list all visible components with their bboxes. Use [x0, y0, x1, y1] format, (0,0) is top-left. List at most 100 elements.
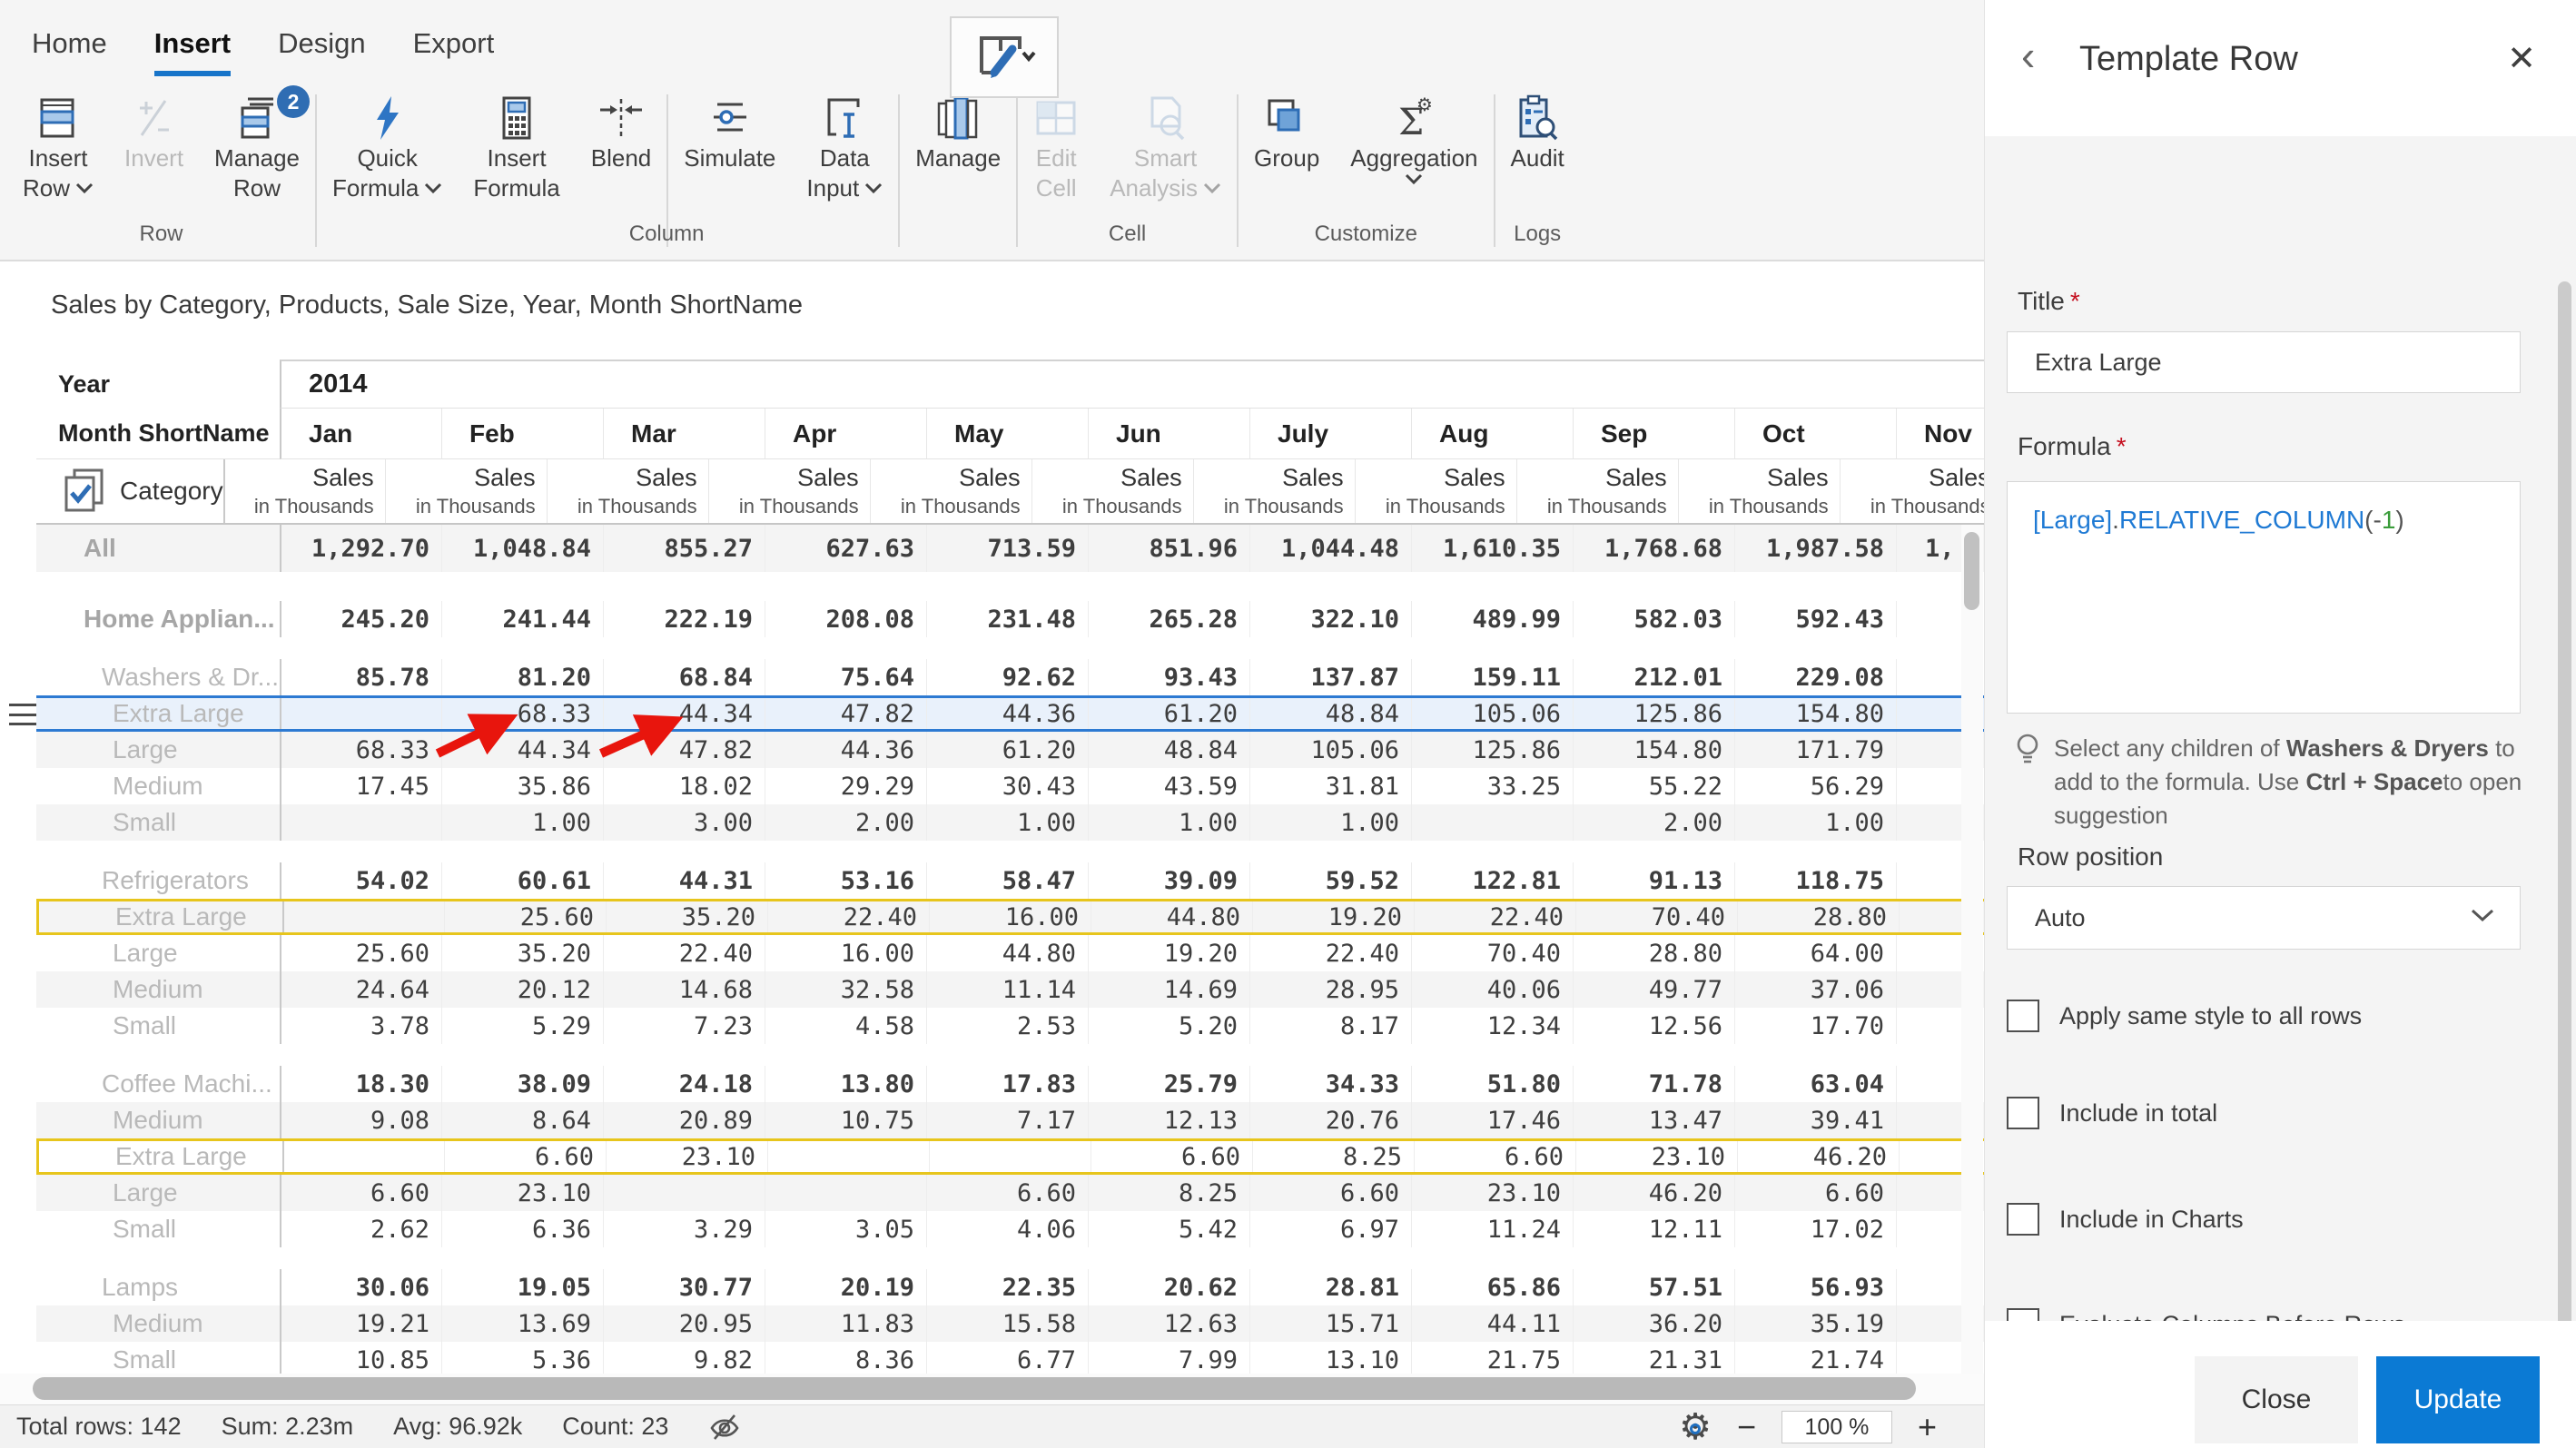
table-row-small[interactable]: Small3.785.297.234.582.535.208.1712.3412… [36, 1008, 1984, 1044]
value-cell[interactable]: 16.00 [765, 935, 926, 971]
table-row-washers-dr-[interactable]: Washers & Dr...85.7881.2068.8475.6492.62… [36, 659, 1984, 695]
value-cell[interactable]: 23.10 [1411, 1175, 1573, 1211]
value-cell[interactable]: 855.27 [603, 525, 765, 572]
value-cell[interactable]: 1,044.48 [1249, 525, 1411, 572]
value-cell[interactable]: 21.74 [1734, 1342, 1896, 1374]
row-label[interactable]: Large [36, 732, 280, 768]
value-cell[interactable]: 57.51 [1573, 1269, 1734, 1305]
value-cell[interactable]: 231.48 [926, 601, 1088, 637]
value-cell[interactable]: 1,768.68 [1573, 525, 1734, 572]
value-cell[interactable]: 16.00 [929, 901, 1091, 932]
month-header-may[interactable]: May [926, 409, 1088, 459]
value-cell[interactable]: 12.56 [1573, 1008, 1734, 1044]
blend-button[interactable]: Blend [576, 91, 667, 218]
value-cell[interactable]: 35.20 [441, 935, 603, 971]
value-cell[interactable]: 17.70 [1734, 1008, 1896, 1044]
value-cell[interactable]: 44.36 [765, 732, 926, 768]
value-cell[interactable]: 48.84 [1088, 732, 1249, 768]
update-button[interactable]: Update [2376, 1356, 2540, 1443]
value-cell[interactable]: 6.60 [1414, 1141, 1575, 1172]
table-row-large[interactable]: Large68.3344.3447.8244.3661.2048.84105.0… [36, 732, 1984, 768]
value-cell[interactable]: 159.11 [1411, 659, 1573, 695]
value-cell[interactable]: 61.20 [926, 732, 1088, 768]
table-row-medium[interactable]: Medium9.088.6420.8910.757.1712.1320.7617… [36, 1102, 1984, 1138]
value-cell[interactable]: 55.22 [1573, 768, 1734, 804]
value-cell[interactable] [282, 901, 444, 932]
audit-button[interactable]: Audit [1495, 91, 1580, 218]
value-cell[interactable]: 28.81 [1249, 1269, 1411, 1305]
year-value-cell[interactable]: 2014 [280, 360, 1984, 409]
value-cell[interactable]: 18.30 [280, 1066, 441, 1102]
table-row-medium[interactable]: Medium17.4535.8618.0229.2930.4343.5931.8… [36, 768, 1984, 804]
value-cell[interactable]: 10.75 [765, 1102, 926, 1138]
row-label[interactable]: Large [36, 1175, 280, 1211]
value-cell[interactable]: 489.99 [1411, 601, 1573, 637]
value-cell[interactable]: 118.75 [1734, 862, 1896, 899]
value-cell[interactable]: 19.20 [1088, 935, 1249, 971]
value-cell[interactable]: 6.60 [1091, 1141, 1252, 1172]
value-cell[interactable]: 30.43 [926, 768, 1088, 804]
value-cell[interactable]: 19.21 [280, 1305, 441, 1342]
value-cell[interactable]: 7.23 [603, 1008, 765, 1044]
value-cell[interactable]: 68.84 [603, 659, 765, 695]
value-cell[interactable]: 122.81 [1411, 862, 1573, 899]
value-cell[interactable]: 46.20 [1737, 1141, 1899, 1172]
value-cell[interactable]: 68.33 [280, 732, 441, 768]
value-cell[interactable]: 18.02 [603, 768, 765, 804]
month-header-apr[interactable]: Apr [765, 409, 926, 459]
tab-home[interactable]: Home [32, 27, 107, 76]
value-cell[interactable]: 713.59 [926, 525, 1088, 572]
value-cell[interactable]: 56.93 [1734, 1269, 1896, 1305]
value-cell[interactable]: 3.05 [765, 1211, 926, 1247]
table-row-large[interactable]: Large25.6035.2022.4016.0044.8019.2022.40… [36, 935, 1984, 971]
month-header-feb[interactable]: Feb [441, 409, 603, 459]
value-cell[interactable]: 19.05 [441, 1269, 603, 1305]
table-row-small[interactable]: Small2.626.363.293.054.065.426.9711.2412… [36, 1211, 1984, 1247]
value-cell[interactable]: 105.06 [1249, 732, 1411, 768]
panel-scrollbar-thumb[interactable] [2558, 281, 2571, 1335]
checkbox-box[interactable] [2007, 1097, 2039, 1129]
value-cell[interactable] [765, 1175, 926, 1211]
value-cell[interactable] [603, 1175, 765, 1211]
value-cell[interactable]: 28.80 [1573, 935, 1734, 971]
value-cell[interactable]: 20.19 [765, 1269, 926, 1305]
value-cell[interactable]: 70.40 [1411, 935, 1573, 971]
value-cell[interactable]: 1,610.35 [1411, 525, 1573, 572]
row-label[interactable]: Large [36, 935, 280, 971]
value-cell[interactable]: 81.20 [441, 659, 603, 695]
value-cell[interactable]: 25.60 [280, 935, 441, 971]
simulate-button[interactable]: Simulate [668, 91, 791, 218]
row-label[interactable]: Washers & Dr... [36, 659, 280, 695]
value-cell[interactable]: 28.95 [1249, 971, 1411, 1008]
value-cell[interactable]: 35.19 [1734, 1305, 1896, 1342]
aggregation-button[interactable]: Σ⚙Aggregation [1335, 91, 1493, 218]
table-row-medium[interactable]: Medium19.2113.6920.9511.8315.5812.6315.7… [36, 1305, 1984, 1342]
value-cell[interactable]: 8.36 [765, 1342, 926, 1374]
value-cell[interactable]: 54.02 [280, 862, 441, 899]
row-drag-handle-icon[interactable] [9, 704, 36, 725]
checkbox-include-in-total[interactable]: Include in total [2007, 1095, 2217, 1131]
value-cell[interactable]: 6.36 [441, 1211, 603, 1247]
value-cell[interactable]: 85.78 [280, 659, 441, 695]
value-cell[interactable]: 3.78 [280, 1008, 441, 1044]
value-cell[interactable]: 20.12 [441, 971, 603, 1008]
edit-report-button[interactable] [950, 16, 1059, 98]
value-cell[interactable]: 8.25 [1088, 1175, 1249, 1211]
value-cell[interactable]: 91.13 [1573, 862, 1734, 899]
value-cell[interactable]: 43.59 [1088, 768, 1249, 804]
value-cell[interactable]: 241.44 [441, 601, 603, 637]
value-cell[interactable]: 30.06 [280, 1269, 441, 1305]
value-cell[interactable]: 11.24 [1411, 1211, 1573, 1247]
value-cell[interactable]: 6.60 [1249, 1175, 1411, 1211]
value-cell[interactable]: 11.14 [926, 971, 1088, 1008]
row-label[interactable]: Extra Large [36, 698, 280, 729]
horizontal-scrollbar-thumb[interactable] [33, 1377, 1916, 1400]
row-label[interactable]: Small [36, 804, 280, 841]
value-cell[interactable]: 20.95 [603, 1305, 765, 1342]
value-cell[interactable]: 22.40 [1249, 935, 1411, 971]
value-cell[interactable]: 21.75 [1411, 1342, 1573, 1374]
row-position-dropdown[interactable]: Auto [2007, 886, 2521, 950]
value-cell[interactable]: 23.10 [1575, 1141, 1737, 1172]
zoom-in-button[interactable]: + [1918, 1411, 1937, 1443]
row-label[interactable]: Medium [36, 971, 280, 1008]
